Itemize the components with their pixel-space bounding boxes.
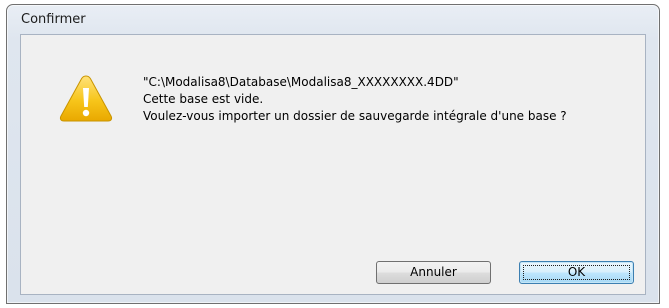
title-bar[interactable]: Confirmer [7, 5, 659, 33]
ok-button[interactable]: OK [519, 261, 634, 284]
dialog-content: "C:\Modalisa8\Database\Modalisa8_XXXXXXX… [20, 34, 646, 295]
cancel-button[interactable]: Annuler [376, 261, 491, 284]
ok-button-label: OK [567, 265, 586, 279]
message-empty-base: Cette base est vide. [143, 92, 264, 106]
message-file-path: "C:\Modalisa8\Database\Modalisa8_XXXXXXX… [143, 75, 459, 89]
cancel-button-label: Annuler [410, 265, 457, 279]
confirm-dialog-window: Confirmer "C:\Modalisa8\Database\Modalis… [6, 4, 660, 304]
message-import-question: Voulez-vous importer un dossier de sauve… [143, 109, 567, 123]
dialog-message: "C:\Modalisa8\Database\Modalisa8_XXXXXXX… [143, 74, 567, 125]
window-title: Confirmer [21, 12, 86, 27]
warning-icon [59, 75, 113, 122]
